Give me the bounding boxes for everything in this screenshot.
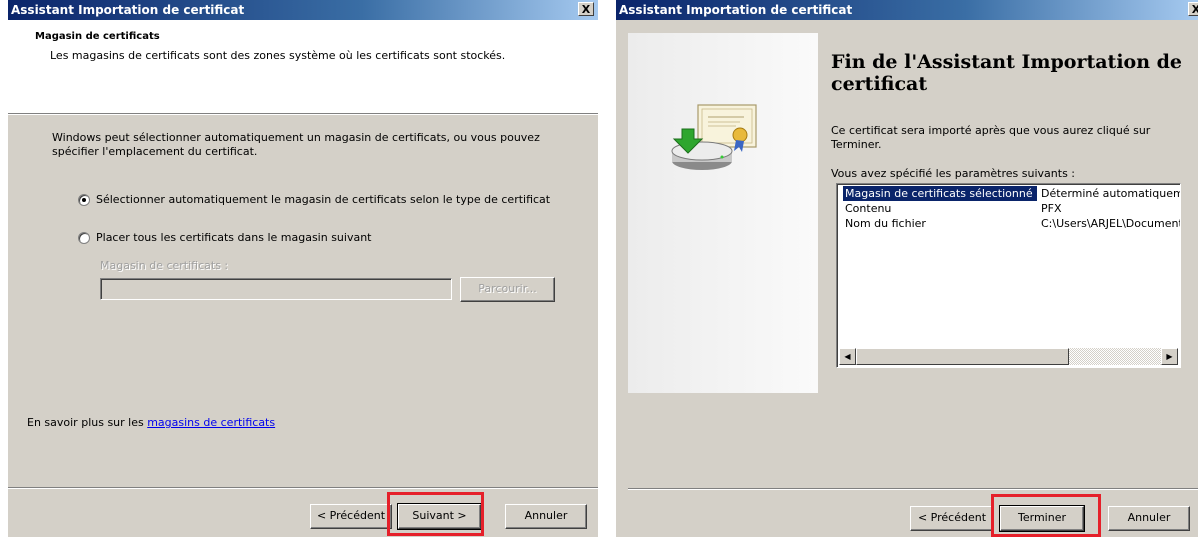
store-field[interactable]: [100, 278, 452, 300]
close-icon[interactable]: X: [578, 2, 594, 16]
wizard-header: Magasin de certificats Les magasins de c…: [8, 20, 598, 114]
settings-label: Vous avez spécifié les paramètres suivan…: [831, 167, 1076, 180]
certificate-import-icon: [671, 104, 757, 170]
setting-value: PFX: [1041, 202, 1062, 215]
wizard-window-finish: Assistant Importation de certificat X Fi…: [616, 0, 1198, 537]
scroll-right-arrow[interactable]: ▶: [1161, 348, 1178, 365]
back-button[interactable]: < Précédent: [310, 504, 392, 529]
close-icon[interactable]: X: [1188, 2, 1198, 16]
window-title: Assistant Importation de certificat: [11, 3, 245, 17]
list-item[interactable]: Magasin de certificats sélectionné Déter…: [843, 186, 1180, 201]
setting-name: Contenu: [845, 202, 892, 215]
learn-more-prefix: En savoir plus sur les: [27, 416, 148, 429]
settings-list[interactable]: Magasin de certificats sélectionné Déter…: [836, 183, 1181, 368]
setting-value: Déterminé automatiquement: [1041, 187, 1180, 200]
wizard-side-panel: [628, 33, 818, 393]
finish-heading: Fin de l'Assistant Importation de certif…: [831, 51, 1183, 95]
setting-name: Magasin de certificats sélectionné: [843, 186, 1037, 201]
radio-manual-store[interactable]: [78, 232, 90, 244]
footer-divider: [628, 488, 1198, 490]
cancel-button[interactable]: Annuler: [505, 504, 587, 529]
wizard-window-store: Assistant Importation de certificat X Ma…: [8, 0, 598, 537]
highlight-finish-button: [991, 494, 1101, 537]
footer-divider: [8, 487, 598, 489]
horizontal-scrollbar[interactable]: ◀ ▶: [839, 348, 1178, 365]
scroll-left-arrow[interactable]: ◀: [839, 348, 856, 365]
window-title: Assistant Importation de certificat: [619, 3, 853, 17]
highlight-next-button: [387, 492, 484, 536]
finish-description: Ce certificat sera importé après que vou…: [831, 124, 1151, 151]
store-label: Magasin de certificats :: [100, 259, 229, 272]
radio-selected: [82, 198, 86, 202]
learn-more-link[interactable]: magasins de certificats: [147, 416, 275, 429]
title-bar: Assistant Importation de certificat: [8, 0, 598, 20]
header-title: Magasin de certificats: [35, 31, 160, 42]
setting-name: Nom du fichier: [845, 217, 926, 230]
intro-text: Windows peut sélectionner automatiquemen…: [52, 131, 540, 158]
cancel-button[interactable]: Annuler: [1108, 506, 1190, 531]
list-item[interactable]: Contenu PFX: [843, 201, 1180, 216]
radio-auto-label[interactable]: Sélectionner automatiquement le magasin …: [96, 193, 550, 206]
list-item[interactable]: Nom du fichier C:\Users\ARJEL\Documents: [843, 216, 1180, 231]
radio-auto-store[interactable]: [78, 194, 90, 206]
scroll-thumb[interactable]: [856, 348, 1069, 365]
back-button[interactable]: < Précédent: [910, 506, 994, 531]
browse-button[interactable]: Parcourir...: [460, 277, 555, 302]
header-divider: [8, 113, 598, 115]
header-subtitle: Les magasins de certificats sont des zon…: [50, 49, 506, 62]
setting-value: C:\Users\ARJEL\Documents: [1041, 217, 1181, 230]
learn-more: En savoir plus sur les magasins de certi…: [27, 416, 275, 429]
radio-manual-label[interactable]: Placer tous les certificats dans le maga…: [96, 231, 372, 244]
title-bar: Assistant Importation de certificat: [616, 0, 1198, 20]
